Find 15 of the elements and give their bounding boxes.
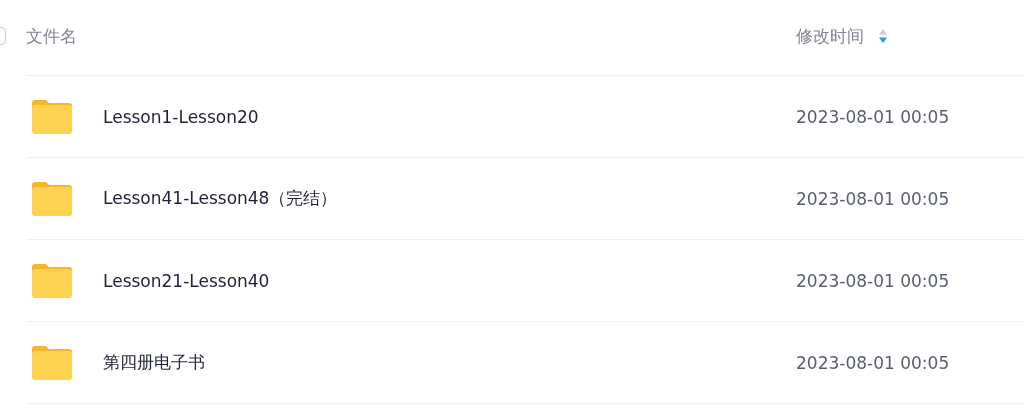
folder-name[interactable]: 第四册电子书 (103, 351, 205, 374)
sort-icon[interactable] (878, 28, 888, 44)
folder-name[interactable]: Lesson41-Lesson48（完结） (103, 187, 338, 210)
folder-icon (32, 345, 72, 380)
modified-time: 2023-08-01 00:05 (796, 188, 951, 209)
folder-icon (32, 99, 72, 134)
folder-icon (32, 263, 72, 298)
modified-time: 2023-08-01 00:05 (796, 270, 951, 291)
modified-time: 2023-08-01 00:05 (796, 352, 951, 373)
folder-name[interactable]: Lesson21-Lesson40 (103, 270, 270, 291)
folder-name[interactable]: Lesson1-Lesson20 (103, 106, 259, 127)
column-header[interactable]: 修改时间 (796, 24, 864, 48)
modified-time: 2023-08-01 00:05 (796, 106, 951, 127)
column-header[interactable]: 文件名 (26, 24, 796, 48)
folder-icon (32, 181, 72, 216)
